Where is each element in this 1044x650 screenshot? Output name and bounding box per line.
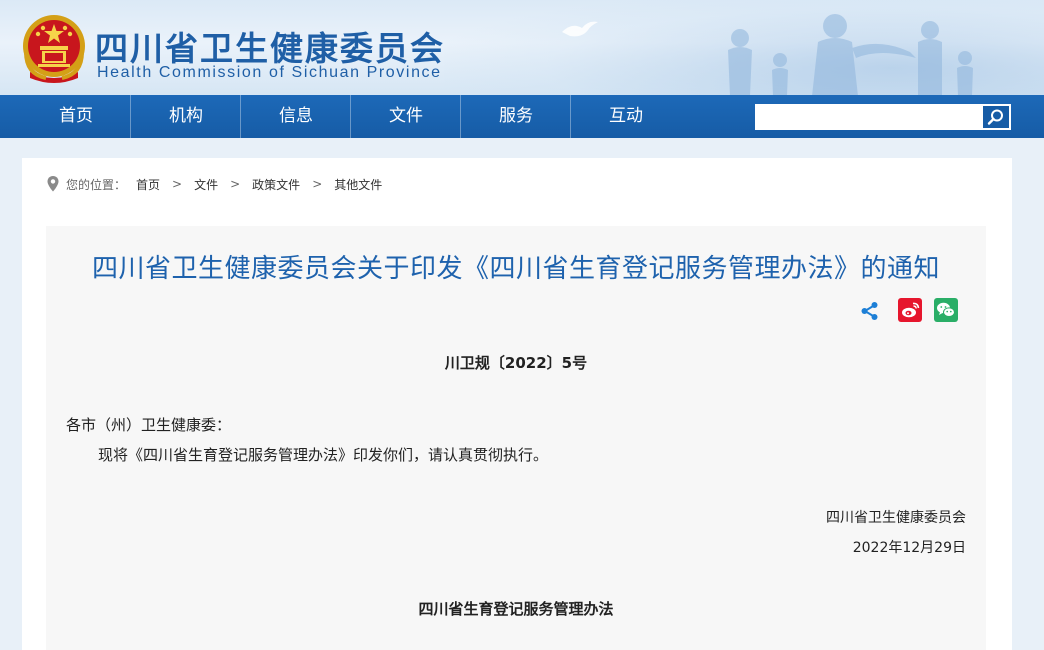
issue-date: 2022年12月29日 — [852, 540, 966, 556]
breadcrumb-other-documents[interactable]: 其他文件 — [334, 176, 382, 193]
header-banner: 四川省卫生健康委员会 Health Commission of Sichuan … — [0, 0, 1044, 95]
emblem-logo[interactable] — [20, 12, 88, 84]
breadcrumb: 您的位置： 首页 > 文件 > 政策文件 > 其他文件 — [46, 174, 382, 194]
site-title: 四川省卫生健康委员会 — [95, 29, 445, 68]
salutation: 各市（州）卫生健康委： — [66, 416, 232, 434]
breadcrumb-separator: > — [230, 177, 241, 191]
section-title: 四川省生育登记服务管理办法 — [418, 600, 614, 618]
body-paragraph: 现将《四川省生育登记服务管理办法》印发你们，请认真贯彻执行。 — [98, 446, 549, 464]
nav-item-information[interactable]: 信息 — [241, 95, 351, 138]
nav-item-home[interactable]: 首页 — [21, 95, 131, 138]
nav-item-documents[interactable]: 文件 — [351, 95, 461, 138]
location-pin-icon — [47, 176, 59, 192]
search-icon — [987, 109, 1003, 125]
breadcrumb-label: 您的位置： — [66, 177, 127, 192]
issuer-signature: 四川省卫生健康委员会 — [826, 510, 966, 526]
search-input[interactable] — [755, 104, 981, 130]
nav-item-interaction[interactable]: 互动 — [571, 95, 681, 138]
weibo-icon[interactable] — [898, 298, 922, 322]
dove-decoration — [562, 21, 598, 37]
article-title: 四川省卫生健康委员会关于印发《四川省生育登记服务管理办法》的通知 — [91, 254, 940, 284]
share-icon[interactable] — [859, 300, 881, 322]
breadcrumb-home[interactable]: 首页 — [136, 176, 160, 193]
article: 四川省卫生健康委员会关于印发《四川省生育登记服务管理办法》的通知 川卫规〔202… — [46, 226, 986, 650]
content-panel: 您的位置： 首页 > 文件 > 政策文件 > 其他文件 四川省卫生健康委员会关于… — [22, 158, 1012, 650]
nav-item-organization[interactable]: 机构 — [131, 95, 241, 138]
nav-item-services[interactable]: 服务 — [461, 95, 571, 138]
site-subtitle: Health Commission of Sichuan Province — [97, 64, 442, 81]
search-button[interactable] — [981, 104, 1011, 130]
family-silhouette-art — [728, 14, 973, 95]
document-number: 川卫规〔2022〕5号 — [444, 354, 588, 372]
breadcrumb-separator: > — [312, 177, 323, 191]
wechat-icon[interactable] — [934, 298, 958, 322]
breadcrumb-policy-documents[interactable]: 政策文件 — [252, 176, 300, 193]
breadcrumb-separator: > — [172, 177, 183, 191]
breadcrumb-documents[interactable]: 文件 — [194, 176, 218, 193]
